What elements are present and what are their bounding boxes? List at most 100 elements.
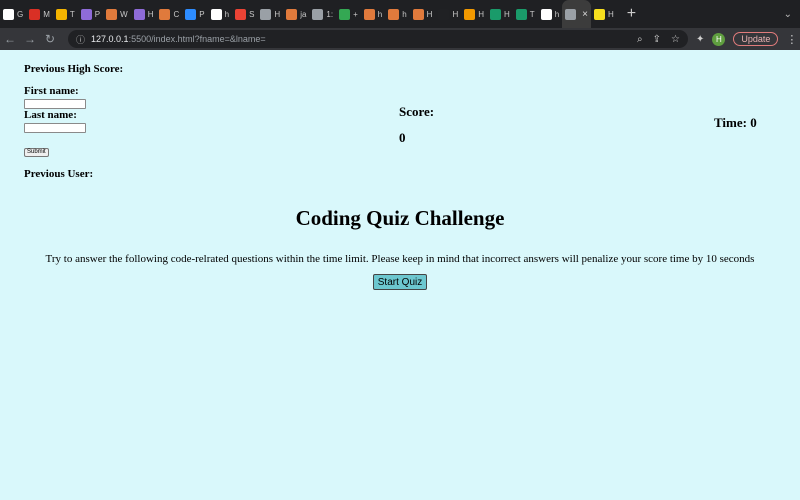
zoom-search-icon[interactable]: ⌕ — [637, 34, 643, 45]
browser-tab-label: h — [224, 9, 230, 19]
menu-kebab-icon[interactable]: ⋮ — [786, 33, 797, 46]
h-icon — [80, 8, 92, 20]
browser-tab[interactable]: h — [208, 0, 232, 28]
browser-tab[interactable]: h — [538, 0, 562, 28]
browser-tab[interactable]: h — [361, 0, 385, 28]
browser-tab-label: 1: — [326, 9, 334, 19]
browser-tab-label: H — [147, 9, 154, 19]
browser-tab[interactable]: T — [53, 0, 78, 28]
tab-search-chevron-icon[interactable]: ⌄ — [776, 9, 800, 20]
globe-icon — [260, 8, 272, 20]
browser-tab[interactable]: H — [257, 0, 283, 28]
h-icon — [133, 8, 145, 20]
browser-tab-label: H — [274, 9, 281, 19]
browser-tab[interactable]: P — [78, 0, 103, 28]
browser-tab[interactable]: H — [461, 0, 487, 28]
triangle-icon — [363, 8, 375, 20]
url-path: :5500/index.html?fname=&lname= — [128, 34, 266, 44]
browser-tab-label: H — [452, 9, 459, 19]
browser-tab[interactable]: 1: — [309, 0, 336, 28]
browser-tab-label: h — [377, 9, 383, 19]
share-icon[interactable]: ⇪ — [653, 34, 661, 45]
forward-arrow-icon[interactable]: → — [20, 32, 40, 46]
previous-user-label: Previous User: — [24, 168, 94, 180]
browser-tab-label: T — [69, 9, 75, 19]
back-arrow-icon[interactable]: ← — [0, 32, 20, 46]
zoom-icon — [185, 8, 197, 20]
browser-tab[interactable]: M — [26, 0, 53, 28]
browser-tab[interactable]: H — [410, 0, 436, 28]
last-name-input[interactable] — [24, 123, 86, 133]
site-info-icon[interactable]: ⓘ — [76, 33, 85, 46]
browser-tab[interactable]: H — [131, 0, 157, 28]
page-title: Coding Quiz Challenge — [295, 206, 505, 230]
profile-avatar[interactable]: H — [712, 32, 726, 46]
browser-tab[interactable]: S — [232, 0, 257, 28]
extensions-puzzle-icon[interactable]: ✦ — [696, 34, 704, 45]
browser-tab-label: H — [478, 9, 485, 19]
browser-tab[interactable]: + — [336, 0, 361, 28]
mail-icon — [29, 8, 41, 20]
reload-icon[interactable]: ↻ — [40, 32, 60, 46]
browser-tab[interactable]: H — [435, 0, 461, 28]
browser-tab[interactable]: G — [0, 0, 26, 28]
address-bar[interactable]: ⓘ 127.0.0.1 :5500/index.html?fname=&lnam… — [68, 30, 688, 48]
browser-tab-label: C — [173, 9, 180, 19]
last-name-label: Last name: — [24, 109, 77, 121]
github-icon — [3, 8, 14, 20]
browser-tab-strip: G M T P W H C Ph S Hja 1: + h h H H H H Th × H + ⌄ — [0, 0, 800, 28]
triangle-icon — [106, 8, 118, 20]
browser-tab[interactable]: C — [156, 0, 182, 28]
browser-toolbar: ← → ↻ ⓘ 127.0.0.1 :5500/index.html?fname… — [0, 28, 800, 50]
browser-tab-label: M — [43, 9, 50, 19]
first-name-label: First name: — [24, 85, 79, 97]
hexagon-icon — [464, 8, 476, 20]
score-label: Score: — [399, 104, 435, 119]
submit-button[interactable]: Submit — [24, 148, 49, 157]
bracket-icon — [438, 8, 450, 20]
instructions-text: Try to answer the following code-relrate… — [45, 253, 755, 265]
time-display: Time: 0 — [714, 115, 757, 130]
triangle-icon — [412, 8, 424, 20]
browser-tab-label: H — [426, 9, 433, 19]
browser-tab-label: h — [402, 9, 407, 19]
browser-tab[interactable]: W — [103, 0, 131, 28]
browser-tab-label: P — [199, 9, 205, 19]
browser-tab-label: ja — [300, 9, 307, 19]
w-icon — [490, 8, 502, 20]
close-tab-icon[interactable]: × — [582, 9, 588, 20]
tab-list: G M T P W H C Ph S Hja 1: + h h H H H H Th × H — [0, 0, 617, 28]
first-name-input[interactable] — [24, 99, 86, 109]
globe-icon — [312, 8, 324, 20]
bookmark-star-icon[interactable]: ☆ — [671, 34, 680, 45]
previous-high-score-label: Previous High Score: — [24, 63, 124, 75]
chrome-icon — [540, 8, 552, 20]
update-button[interactable]: Update — [733, 32, 779, 46]
browser-tab-label: G — [17, 9, 24, 19]
triangle-icon — [159, 8, 171, 20]
new-tab-button[interactable]: + — [619, 5, 644, 23]
browser-tab-label: S — [249, 9, 255, 19]
globe-icon — [565, 8, 577, 20]
browser-tab[interactable]: T — [513, 0, 538, 28]
smiley-icon — [55, 8, 67, 20]
start-quiz-button[interactable]: Start Quiz — [373, 274, 427, 290]
w-icon — [515, 8, 527, 20]
url-host: 127.0.0.1 — [91, 34, 129, 44]
triangle-icon — [286, 8, 298, 20]
browser-tab[interactable]: H — [487, 0, 513, 28]
triangle-icon — [388, 8, 400, 20]
browser-tab-label: h — [554, 9, 560, 19]
browser-tab-label: P — [94, 9, 101, 19]
browser-tab[interactable]: h — [385, 0, 409, 28]
js-icon — [593, 8, 605, 20]
google-icon — [210, 8, 222, 20]
browser-tab[interactable]: ja — [283, 0, 309, 28]
browser-tab-label: H — [504, 9, 510, 19]
page-content: Previous High Score: First name: Last na… — [0, 50, 800, 500]
browser-tab[interactable]: H — [591, 0, 617, 28]
browser-tab-label: H — [607, 9, 614, 19]
browser-tab[interactable]: × — [562, 0, 591, 28]
grid-icon — [339, 8, 351, 20]
browser-tab[interactable]: P — [182, 0, 207, 28]
